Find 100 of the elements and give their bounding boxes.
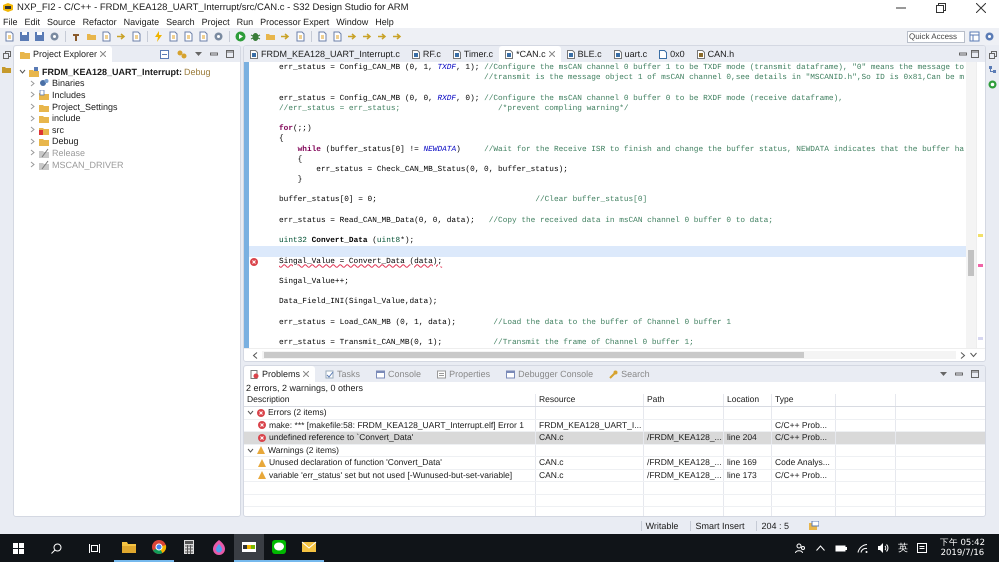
chevron-icon[interactable] (247, 409, 254, 416)
browser-icon[interactable] (151, 539, 167, 555)
chevron-up-icon[interactable] (816, 545, 825, 551)
menu-item[interactable]: File (3, 16, 18, 26)
windows-start-icon[interactable] (13, 542, 24, 554)
editor-tab[interactable]: CAN.h (690, 46, 740, 62)
menu-item[interactable]: Search (166, 16, 195, 26)
menu-item[interactable]: Run (236, 16, 254, 26)
scroll-left-icon[interactable] (252, 352, 258, 358)
progress-icon[interactable] (809, 521, 819, 530)
battery-icon[interactable] (834, 544, 847, 552)
app-logo-icon[interactable] (241, 539, 257, 555)
column-header[interactable]: Type (772, 394, 836, 406)
perspective-icon[interactable] (969, 31, 980, 42)
table-cell: Unused declaration of function 'Convert_Data' (269, 457, 442, 468)
editor-tab[interactable]: 0x0 (653, 46, 691, 62)
view-menu-icon[interactable] (940, 372, 947, 376)
document-icon[interactable] (4, 31, 15, 42)
problem-row[interactable]: Unused declaration of function 'Convert_Data' CAN.c /FRDM_KEA128_... line 169 Code Analys... (244, 457, 985, 470)
menu-item[interactable]: Refactor (82, 16, 117, 26)
menu-item[interactable]: Window (336, 16, 368, 26)
editor-tab[interactable]: uart.c (608, 46, 654, 62)
tree-item[interactable]: src (52, 124, 64, 135)
circle-icon[interactable] (988, 80, 997, 89)
people-icon[interactable] (794, 542, 806, 554)
document-icon[interactable] (317, 31, 328, 42)
editor-tab[interactable]: *CAN.c (499, 46, 561, 62)
tree-item[interactable]: Debug (52, 136, 79, 146)
floppy-icon[interactable] (34, 31, 45, 42)
column-header[interactable]: Path (644, 394, 724, 406)
editor-tab[interactable]: FRDM_KEA128_UART_Interrupt.c (244, 46, 406, 62)
wifi-icon[interactable] (856, 544, 868, 552)
column-header[interactable]: Description (244, 394, 536, 406)
problem-row[interactable]: undefined reference to `Convert_Data' CAN.c /FRDM_KEA128_... line 204 C/C++ Prob... (244, 432, 985, 444)
clock-time[interactable]: 下午 05:42 (940, 538, 985, 548)
menu-item[interactable]: Processor Expert (260, 16, 330, 26)
group-label[interactable]: Warnings (2 items) (268, 444, 340, 456)
chevron-icon[interactable] (247, 446, 254, 454)
occurrence-marker[interactable] (978, 337, 983, 340)
view-tab[interactable]: Project Explorer (14, 46, 112, 62)
chat-bubble-icon[interactable] (271, 539, 287, 555)
folder-icon[interactable] (121, 539, 137, 555)
drop-icon[interactable] (211, 539, 227, 555)
bug-icon[interactable] (250, 31, 261, 42)
gear-icon[interactable] (49, 31, 60, 42)
menu-item[interactable]: Help (375, 16, 394, 26)
warning-marker[interactable] (978, 234, 983, 237)
outline-icon[interactable] (988, 65, 997, 74)
speaker-icon[interactable] (878, 543, 889, 553)
play-icon[interactable] (235, 31, 246, 42)
menu-item[interactable]: Edit (24, 16, 40, 26)
error-marker[interactable] (978, 264, 983, 267)
editor-tab[interactable]: Timer.c (446, 46, 500, 62)
editor-tab[interactable]: BLE.c (560, 46, 608, 62)
menu-item[interactable]: Source (47, 16, 76, 26)
envelope-icon[interactable] (301, 539, 317, 555)
maximize-icon[interactable] (971, 50, 979, 58)
document-icon[interactable] (131, 31, 142, 42)
document-icon[interactable] (295, 31, 306, 42)
quick-access-field[interactable]: Quick Access (907, 30, 965, 42)
input-method-indicator[interactable]: 英 (898, 541, 908, 555)
scroll-down-icon[interactable] (970, 352, 977, 358)
calculator-icon[interactable] (181, 539, 197, 555)
task-view-icon[interactable] (89, 542, 100, 554)
scroll-right-icon[interactable] (960, 352, 966, 358)
search-icon[interactable] (51, 542, 62, 554)
editor-tab[interactable]: RF.c (406, 46, 447, 62)
problem-row[interactable]: variable 'err_status' set but not used [-Wunused-but-set-variable] CAN.c /FRDM_KEA128_... line 173 C/C++ Prob... (244, 470, 985, 482)
document-icon[interactable] (198, 31, 209, 42)
maximize-icon[interactable] (226, 50, 234, 58)
status-field: 204 : 5 (756, 520, 801, 530)
tree-item[interactable]: include (52, 113, 81, 124)
clock-date[interactable]: 2019/7/16 (940, 548, 984, 558)
menu-item[interactable]: Project (202, 16, 230, 26)
maximize-icon[interactable] (971, 370, 979, 378)
notification-icon[interactable] (916, 543, 927, 553)
restore-icon[interactable] (936, 2, 946, 12)
column-header[interactable]: Resource (536, 394, 644, 406)
column-header[interactable]: Location (724, 394, 772, 406)
project-name[interactable]: FRDM_KEA128_UART_Interrupt: (42, 66, 182, 77)
document-icon[interactable] (332, 31, 343, 42)
chevron-icon[interactable] (19, 68, 26, 76)
scrollbar-thumb[interactable] (264, 352, 804, 358)
gear-icon[interactable] (984, 31, 995, 42)
tree-item[interactable]: Includes (52, 90, 86, 100)
tree-item[interactable]: Binaries (52, 78, 85, 88)
scrollbar-thumb[interactable] (968, 250, 974, 276)
hammer-icon[interactable] (71, 31, 82, 42)
floppy-icon[interactable] (19, 31, 30, 42)
document-icon[interactable] (183, 31, 194, 42)
view-tab[interactable]: Problems (244, 366, 316, 382)
collapse-all-icon[interactable] (160, 50, 169, 58)
gear-icon[interactable] (213, 31, 224, 42)
document-icon[interactable] (168, 31, 179, 42)
close-icon[interactable] (976, 2, 986, 12)
view-menu-icon[interactable] (195, 52, 202, 56)
group-label[interactable]: Errors (2 items) (268, 407, 327, 418)
menu-item[interactable]: Navigate (124, 16, 160, 26)
document-icon[interactable] (101, 31, 112, 42)
tree-item[interactable]: Project_Settings (52, 102, 118, 112)
